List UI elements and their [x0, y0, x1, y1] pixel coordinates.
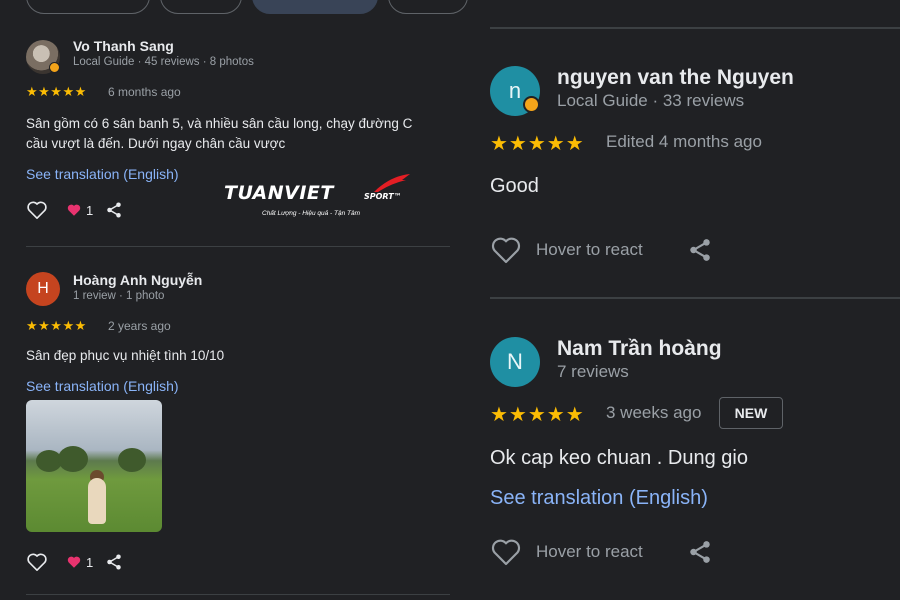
reviewer-meta: Local Guide · 45 reviews · 8 photos	[73, 56, 254, 68]
review-time: Edited 4 months ago	[606, 132, 762, 151]
reviewer-meta: 7 reviews	[557, 362, 629, 381]
divider	[490, 27, 900, 29]
heart-outline-icon[interactable]	[26, 552, 48, 572]
review-text: Good	[490, 175, 539, 197]
review-actions: 1	[26, 200, 123, 220]
star-rating: ★★★★★	[490, 133, 585, 155]
divider	[26, 594, 450, 595]
sort-chip[interactable]	[26, 0, 150, 14]
sort-chips	[26, 0, 468, 14]
divider	[490, 297, 900, 299]
reviewer-name[interactable]: Vo Thanh Sang	[73, 38, 174, 54]
new-badge: NEW	[719, 397, 783, 429]
reviewer-name[interactable]: Hoàng Anh Nguyễn	[73, 272, 202, 288]
logo-sport: SPORT™	[364, 192, 402, 201]
avatar[interactable]: N	[490, 337, 540, 387]
heart-filled-icon[interactable]	[66, 555, 82, 569]
love-count: 1	[86, 554, 94, 570]
logo-tagline: Chất Lượng - Hiệu quả - Tận Tâm	[262, 210, 361, 217]
review-time: 6 months ago	[108, 85, 181, 99]
sort-chip-selected[interactable]	[252, 0, 378, 14]
star-rating: ★★★★★	[26, 84, 87, 99]
review-actions: Hover to react	[490, 235, 713, 265]
review-time: 3 weeks ago	[606, 403, 702, 422]
reviewer-meta: Local Guide · 33 reviews	[557, 91, 745, 110]
share-icon[interactable]	[105, 553, 123, 571]
love-count: 1	[86, 202, 94, 218]
reviewer-name[interactable]: nguyen van the Nguyen	[557, 66, 794, 90]
divider	[26, 246, 450, 247]
star-rating: ★★★★★	[490, 404, 585, 426]
left-reviews-panel: Vo Thanh Sang Local Guide · 45 reviews ·…	[0, 0, 468, 600]
review-time: 2 years ago	[108, 319, 171, 333]
review-actions: 1	[26, 552, 123, 572]
star-rating: ★★★★★	[26, 318, 87, 333]
logo-wordmark: TUANVIET	[224, 182, 334, 204]
see-translation-link[interactable]: See translation (English)	[490, 487, 708, 510]
hover-to-react-label[interactable]: Hover to react	[536, 542, 643, 562]
heart-outline-icon[interactable]	[490, 235, 522, 265]
heart-filled-icon[interactable]	[66, 203, 82, 217]
hover-to-react-label[interactable]: Hover to react	[536, 240, 643, 260]
reviewer-name[interactable]: Nam Trần hoàng	[557, 337, 722, 361]
avatar[interactable]: H	[26, 272, 60, 306]
review-photo[interactable]	[26, 400, 162, 532]
see-translation-link[interactable]: See translation (English)	[26, 378, 179, 394]
review-text: Ok cap keo chuan . Dung gio	[490, 447, 748, 469]
sort-chip[interactable]	[388, 0, 468, 14]
right-reviews-panel: n nguyen van the Nguyen Local Guide · 33…	[470, 0, 900, 600]
see-translation-link[interactable]: See translation (English)	[26, 166, 179, 182]
heart-outline-icon[interactable]	[490, 537, 522, 567]
share-icon[interactable]	[687, 539, 713, 565]
logo-swoosh-icon	[374, 174, 410, 192]
share-icon[interactable]	[105, 201, 123, 219]
local-guide-badge-icon	[49, 62, 60, 73]
review-text-line: cầu vượt là đến. Dưới ngay chân cầu vược	[26, 136, 286, 151]
brand-logo: TUANVIET SPORT™ Chất Lượng - Hiệu quả - …	[224, 174, 414, 222]
review-actions: Hover to react	[490, 537, 713, 567]
local-guide-badge-icon	[523, 96, 540, 113]
reviewer-meta: 1 review · 1 photo	[73, 290, 165, 302]
review-text-line: Sân đẹp phục vụ nhiệt tình 10/10	[26, 348, 225, 363]
review-text-line: Sân gồm có 6 sân banh 5, và nhiều sân cầ…	[26, 116, 413, 131]
heart-outline-icon[interactable]	[26, 200, 48, 220]
sort-chip[interactable]	[160, 0, 242, 14]
share-icon[interactable]	[687, 237, 713, 263]
